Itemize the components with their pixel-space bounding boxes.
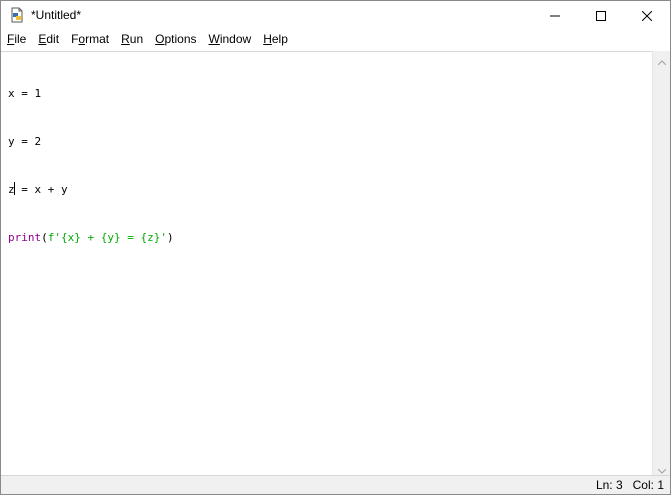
cursor-position: Ln: 3 Col: 1 (596, 478, 664, 492)
string-literal: f'{x} + {y} = {z}' (47, 231, 167, 244)
maximize-icon (596, 6, 606, 25)
code-editor[interactable]: x = 1 y = 2 z = x + y print(f'{x} + {y} … (1, 51, 653, 478)
code-line-3: z = x + y (8, 182, 68, 196)
menu-format[interactable]: Format (65, 30, 115, 49)
menu-options[interactable]: Options (149, 30, 202, 49)
line-number: Ln: 3 (595, 478, 623, 492)
window-controls (532, 1, 670, 29)
maximize-button[interactable] (578, 1, 624, 29)
builtin-print: print (8, 231, 42, 244)
close-button[interactable] (624, 1, 670, 29)
column-number: Col: 1 (632, 478, 664, 492)
idle-python-file-icon (9, 7, 25, 23)
code-text[interactable]: x = 1 y = 2 z = x + y print(f'{x} + {y} … (8, 54, 174, 278)
window-title: *Untitled* (31, 8, 82, 22)
menu-window[interactable]: Window (203, 30, 258, 49)
title-bar[interactable]: *Untitled* (1, 1, 670, 29)
minimize-button[interactable] (532, 1, 578, 29)
minimize-icon (550, 6, 560, 25)
scroll-up-button[interactable] (653, 51, 670, 68)
code-line-2: y = 2 (8, 135, 42, 148)
vertical-scrollbar[interactable] (652, 51, 670, 477)
menu-run[interactable]: Run (115, 30, 149, 49)
status-bar: Ln: 3 Col: 1 (1, 475, 670, 494)
close-icon (641, 6, 653, 25)
chevron-up-icon (657, 50, 666, 69)
idle-editor-window: *Untitled* File Edit Format Run Options … (0, 0, 671, 495)
menu-file[interactable]: File (1, 30, 32, 49)
menu-edit[interactable]: Edit (32, 30, 65, 49)
menu-bar: File Edit Format Run Options Window Help (1, 30, 670, 49)
code-line-1: x = 1 (8, 87, 42, 100)
code-line-4: print(f'{x} + {y} = {z}') (8, 231, 174, 244)
menu-help[interactable]: Help (257, 30, 294, 49)
